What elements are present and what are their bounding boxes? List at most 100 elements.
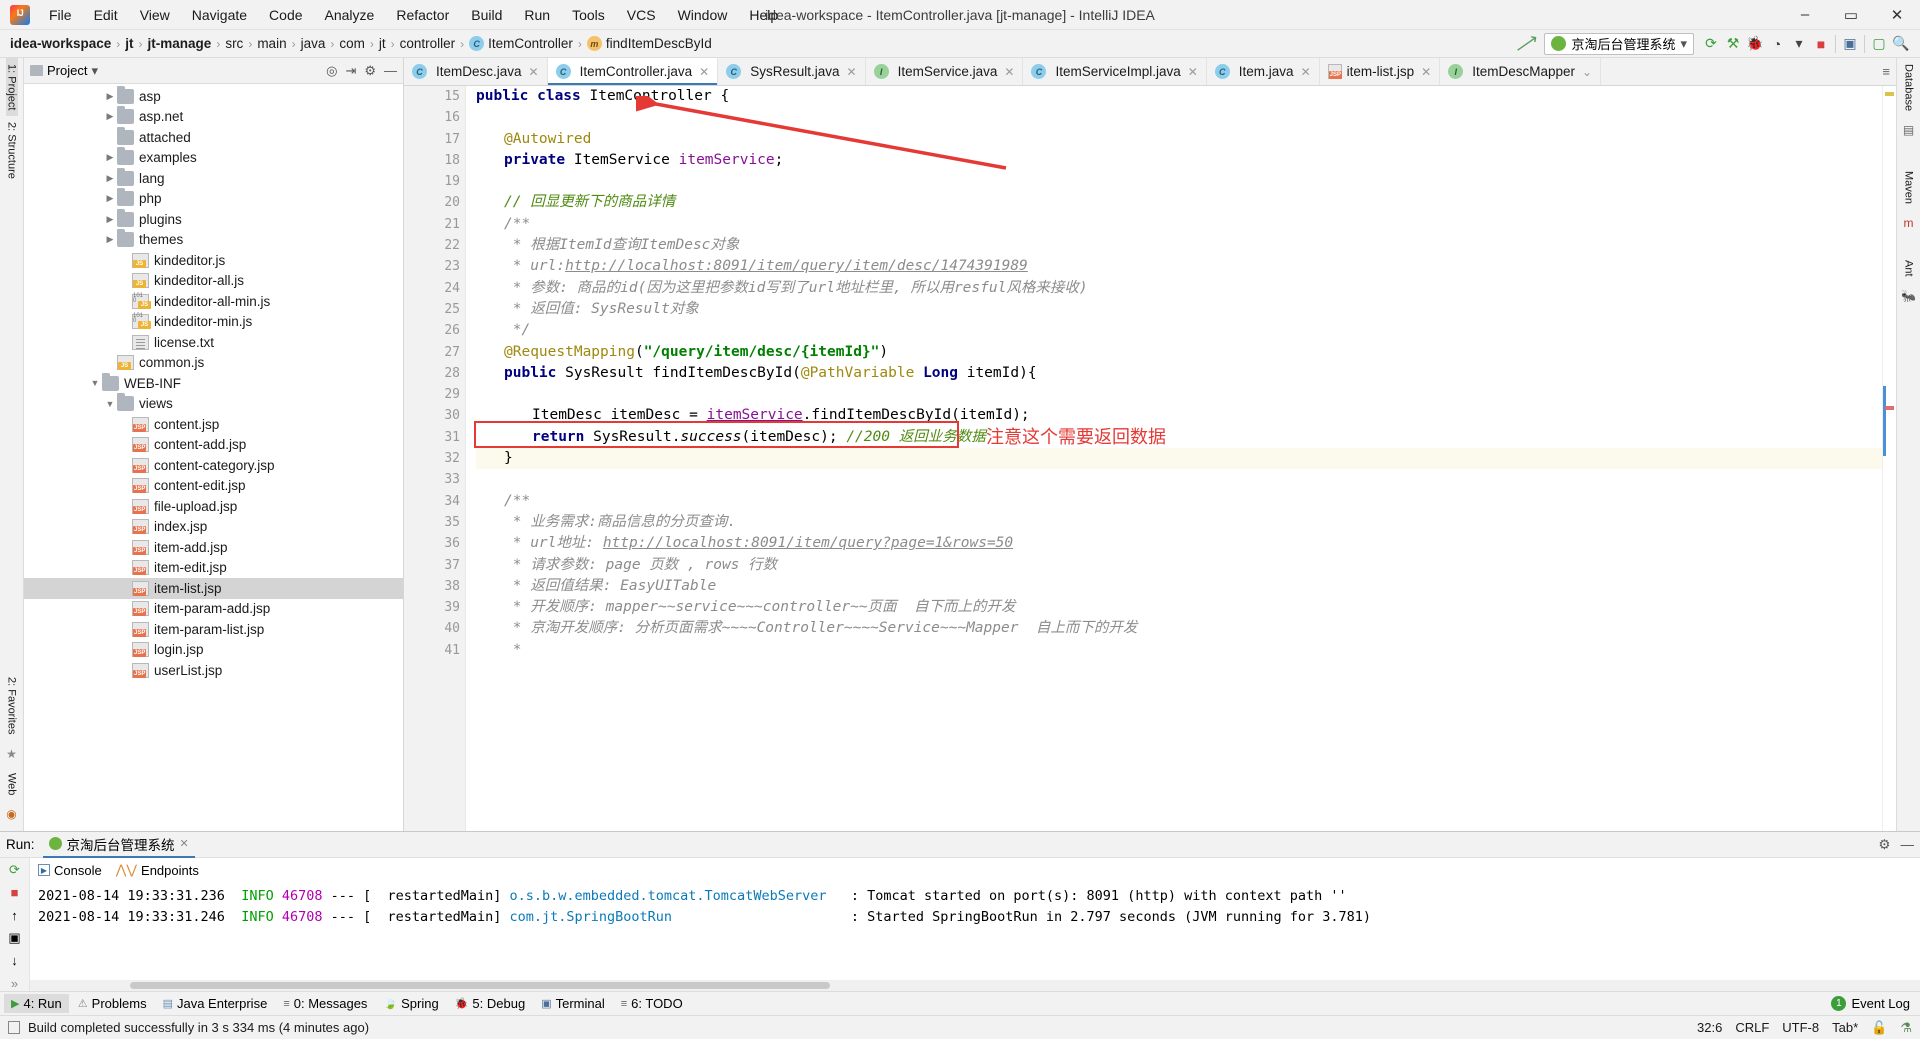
code-line[interactable]: * 请求参数: page 页数 , rows 行数: [476, 555, 1882, 576]
editor-tab-sysresult-java[interactable]: C SysResult.java ✕: [718, 58, 866, 85]
rail-item-favorites[interactable]: 2: Favorites: [6, 671, 18, 740]
menu-file[interactable]: File: [38, 3, 83, 27]
breadcrumb-item-idea-workspace[interactable]: idea-workspace: [10, 36, 111, 51]
line-separator[interactable]: CRLF: [1735, 1020, 1769, 1035]
tool-window-spring[interactable]: 🍃 Spring: [376, 994, 445, 1013]
console-output[interactable]: 2021-08-14 19:33:31.236 INFO 46708 --- […: [30, 882, 1920, 980]
tree-item-selected[interactable]: JSP item-list.jsp: [24, 578, 403, 599]
code-line[interactable]: private ItemService itemService;: [476, 150, 1882, 171]
tree-item[interactable]: JSP file-upload.jsp: [24, 496, 403, 517]
rerun-icon[interactable]: ⟳: [6, 862, 24, 878]
rerun-icon[interactable]: ⟳: [1700, 33, 1722, 55]
tree-item[interactable]: ▶ examples: [24, 147, 403, 169]
code-line[interactable]: [476, 171, 1882, 192]
build-icon[interactable]: ⚒: [1722, 33, 1744, 55]
menu-analyze[interactable]: Analyze: [314, 3, 386, 27]
tree-item[interactable]: JSP login.jsp: [24, 640, 403, 661]
close-icon[interactable]: ✕: [699, 65, 709, 79]
editor-tab-itemcontroller-java[interactable]: C ItemController.java ✕: [547, 58, 719, 85]
breadcrumb-item-jt-manage[interactable]: jt-manage: [148, 36, 212, 51]
breadcrumb-item-java[interactable]: java: [301, 36, 326, 51]
tool-window-6-todo[interactable]: ≡ 6: TODO: [614, 994, 690, 1013]
rail-item-maven[interactable]: Maven: [1903, 165, 1915, 210]
tool-window-4-run[interactable]: ▶ 4: Run: [4, 994, 69, 1013]
tree-item[interactable]: JSP index.jsp: [24, 517, 403, 538]
editor-marker-column[interactable]: [1882, 86, 1896, 831]
close-button[interactable]: ✕: [1874, 0, 1920, 29]
breadcrumb-item-main[interactable]: main: [257, 36, 286, 51]
code-line[interactable]: @Autowired: [476, 129, 1882, 150]
tree-item[interactable]: JS kindeditor-all.js: [24, 271, 403, 292]
chevron-down-icon[interactable]: ⌄: [1582, 65, 1592, 79]
menu-help[interactable]: Help: [738, 3, 789, 27]
tool-window-terminal[interactable]: ▣ Terminal: [534, 994, 612, 1013]
code-line[interactable]: * 开发顺序: mapper~~service~~~controller~~页面…: [476, 597, 1882, 618]
stop-icon[interactable]: ■: [6, 885, 24, 901]
breadcrumb-item-jt[interactable]: jt: [379, 36, 386, 51]
tree-item[interactable]: JSP item-param-list.jsp: [24, 619, 403, 640]
tree-item[interactable]: attached: [24, 126, 403, 148]
tool-window-0-messages[interactable]: ≡ 0: Messages: [276, 994, 374, 1013]
close-icon[interactable]: ✕: [1004, 65, 1014, 79]
menu-tools[interactable]: Tools: [561, 3, 616, 27]
settings-gear-icon[interactable]: ⚙: [364, 63, 376, 79]
tree-item[interactable]: ▶ asp.net: [24, 106, 403, 128]
editor-tab-itemdesc-java[interactable]: C ItemDesc.java ✕: [404, 58, 548, 85]
tree-item[interactable]: JSP item-edit.jsp: [24, 558, 403, 579]
tool-window-problems[interactable]: ⚠ Problems: [71, 994, 154, 1013]
project-tree[interactable]: ▶ asp ▶ asp.net attached ▶ examples ▶ lang ▶ php ▶ p…: [24, 84, 403, 831]
rail-item-structure[interactable]: 2: Structure: [6, 116, 18, 185]
chevron-right-icon[interactable]: ▶: [103, 91, 117, 102]
code-line[interactable]: * 业务需求:商品信息的分页查询.: [476, 512, 1882, 533]
settings-gear-icon[interactable]: ⚙: [1878, 837, 1890, 853]
code-line[interactable]: [476, 107, 1882, 128]
inspection-icon[interactable]: ⚗: [1900, 1020, 1912, 1036]
file-encoding[interactable]: UTF-8: [1782, 1020, 1819, 1035]
code-editor[interactable]: 15 16 17 18 19 20 21 22 23 24 25 26 27 28 29 30 31 32 33 34…: [404, 86, 1896, 831]
tree-item[interactable]: ▼ views: [24, 393, 403, 415]
tool-window-5-debug[interactable]: 🐞 5: Debug: [448, 994, 532, 1013]
code-line[interactable]: * 京淘开发顺序: 分析页面需求~~~~Controller~~~~Servic…: [476, 618, 1882, 639]
chevron-right-icon[interactable]: ▶: [103, 111, 117, 122]
code-line[interactable]: /**: [476, 214, 1882, 235]
menu-refactor[interactable]: Refactor: [385, 3, 460, 27]
project-structure-icon[interactable]: ▣: [1839, 33, 1861, 55]
tree-item[interactable]: ▶ themes: [24, 229, 403, 251]
camera-icon[interactable]: ▣: [6, 930, 24, 946]
menu-edit[interactable]: Edit: [83, 3, 129, 27]
tree-item[interactable]: JSP content-edit.jsp: [24, 476, 403, 497]
menu-window[interactable]: Window: [667, 3, 739, 27]
run-config-tab[interactable]: 京淘后台管理系统 ✕: [42, 832, 195, 858]
code-line[interactable]: * 参数: 商品的id(因为这里把参数id写到了url地址栏里, 所以用resf…: [476, 278, 1882, 299]
code-line[interactable]: [476, 384, 1882, 405]
tree-item[interactable]: 101 0 JS kindeditor-all-min.js: [24, 291, 403, 312]
search-everywhere-icon[interactable]: 🔍: [1890, 33, 1912, 55]
code-line[interactable]: public class ItemController {: [476, 86, 1882, 107]
tree-item[interactable]: ▶ lang: [24, 167, 403, 189]
maximize-button[interactable]: ▭: [1828, 0, 1874, 29]
more-icon[interactable]: »: [6, 976, 24, 992]
editor-gutter[interactable]: 15 16 17 18 19 20 21 22 23 24 25 26 27 28 29 30 31 32 33 34…: [404, 86, 466, 831]
breadcrumb-item-src[interactable]: src: [225, 36, 243, 51]
menu-run[interactable]: Run: [513, 3, 561, 27]
code-line[interactable]: public SysResult findItemDescById(@PathV…: [476, 363, 1882, 384]
chevron-right-icon[interactable]: ▶: [103, 152, 117, 163]
hide-icon[interactable]: —: [384, 63, 397, 78]
tree-item[interactable]: JSP item-param-add.jsp: [24, 599, 403, 620]
tree-item[interactable]: license.txt: [24, 332, 403, 353]
code-line[interactable]: * url:http://localhost:8091/item/query/i…: [476, 256, 1882, 277]
code-line[interactable]: }: [476, 448, 1882, 470]
chevron-right-icon[interactable]: ▶: [103, 214, 117, 225]
tree-item[interactable]: JSP content-add.jsp: [24, 435, 403, 456]
scroll-up-icon[interactable]: ↑: [6, 908, 24, 924]
tab-endpoints[interactable]: ⋀⋁ Endpoints: [116, 862, 199, 878]
close-icon[interactable]: ✕: [1421, 65, 1431, 79]
collapse-all-icon[interactable]: ⇥: [345, 63, 356, 79]
chevron-right-icon[interactable]: ▶: [103, 193, 117, 204]
breadcrumb-item-jt[interactable]: jt: [125, 36, 133, 51]
menu-build[interactable]: Build: [460, 3, 513, 27]
editor-tab-item-java[interactable]: C Item.java ✕: [1207, 58, 1320, 85]
tree-item[interactable]: JSP content.jsp: [24, 414, 403, 435]
stop-icon[interactable]: ■: [1810, 33, 1832, 55]
editor-tab-item-list-jsp[interactable]: JSP item-list.jsp ✕: [1320, 58, 1441, 85]
